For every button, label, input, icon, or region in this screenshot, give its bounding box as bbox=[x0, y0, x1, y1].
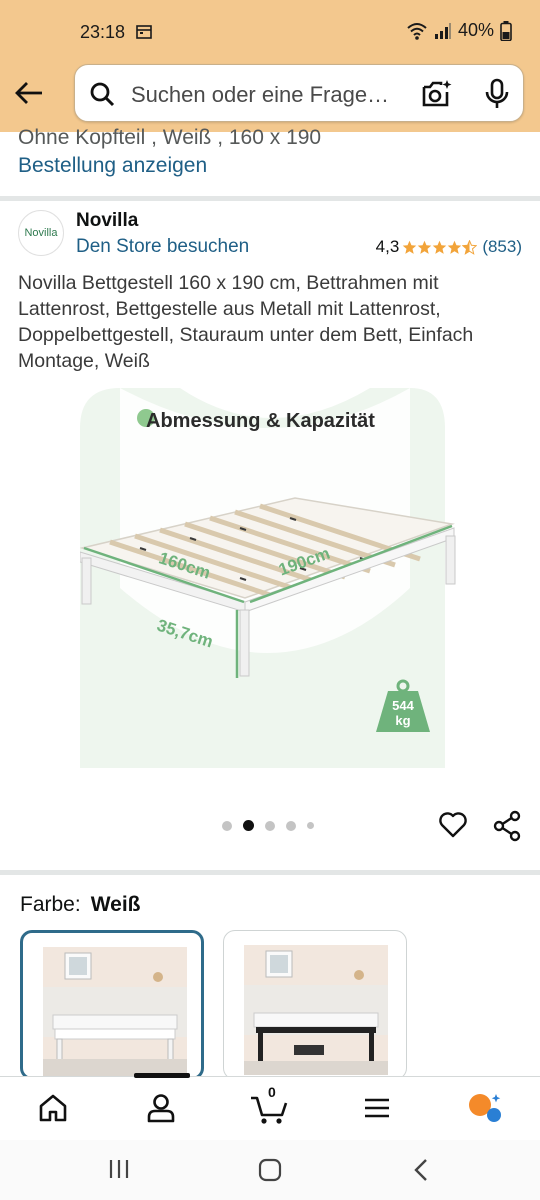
view-order-link[interactable]: Bestellung anzeigen bbox=[18, 154, 207, 178]
section-divider bbox=[0, 870, 540, 875]
star-rating bbox=[402, 239, 478, 255]
active-tab-indicator bbox=[134, 1073, 190, 1078]
wifi-icon bbox=[407, 22, 427, 40]
search-icon bbox=[90, 82, 115, 107]
previous-order-variant: Ohne Kopfteil , Weiß , 160 x 190 bbox=[18, 126, 322, 149]
visit-store-link[interactable]: Den Store besuchen bbox=[76, 236, 249, 258]
status-indicators: 40% bbox=[406, 20, 512, 41]
search-input[interactable]: Suchen oder eine Frage… bbox=[131, 82, 389, 108]
calendar-icon bbox=[136, 25, 152, 39]
carousel-dot[interactable] bbox=[265, 820, 275, 831]
image-caption: Abmessung & Kapazität bbox=[146, 410, 375, 432]
white-bed-thumbnail bbox=[43, 947, 187, 1077]
rating-count: (853) bbox=[482, 237, 522, 256]
status-bar: 23:18 40% bbox=[0, 0, 540, 62]
home-icon[interactable] bbox=[36, 1091, 70, 1125]
star-icon bbox=[403, 240, 417, 254]
carousel-dot[interactable] bbox=[286, 820, 296, 831]
signal-icon bbox=[434, 22, 451, 39]
battery-icon bbox=[500, 20, 512, 41]
product-image[interactable]: 160cm 190cm 35,7cm 544 kg bbox=[79, 388, 460, 768]
star-icon bbox=[448, 240, 462, 254]
star-icon bbox=[433, 240, 447, 254]
microphone-icon[interactable] bbox=[483, 78, 511, 110]
rating-summary[interactable]: 4,3 (853) bbox=[376, 237, 522, 257]
product-title: Novilla Bettgestell 160 x 190 cm, Bettra… bbox=[18, 272, 474, 372]
carousel-dot-active[interactable] bbox=[243, 820, 254, 831]
carousel-dot[interactable] bbox=[307, 822, 314, 829]
battery-percent: 40% bbox=[457, 20, 494, 40]
recent-apps-icon[interactable] bbox=[108, 1158, 130, 1180]
share-icon[interactable] bbox=[492, 810, 522, 842]
carousel-dot[interactable] bbox=[222, 820, 232, 831]
bottom-navigation: 0 bbox=[0, 1073, 540, 1140]
menu-icon[interactable] bbox=[360, 1091, 394, 1125]
selected-color-value: Weiß bbox=[90, 893, 141, 916]
half-star-icon bbox=[462, 239, 478, 255]
cart-count-badge: 0 bbox=[268, 1084, 276, 1100]
camera-search-icon[interactable] bbox=[421, 78, 453, 110]
carousel-indicator[interactable] bbox=[222, 820, 314, 831]
system-navigation-bar bbox=[0, 1140, 540, 1200]
section-divider bbox=[0, 196, 540, 201]
seller-name: Novilla bbox=[76, 210, 139, 231]
seller-logo[interactable]: Novilla bbox=[18, 210, 64, 256]
color-selector-label: Farbe: Weiß bbox=[20, 893, 141, 916]
system-back-icon[interactable] bbox=[412, 1158, 432, 1182]
search-bar[interactable]: Suchen oder eine Frage… bbox=[74, 64, 524, 122]
color-swatch-black[interactable] bbox=[223, 930, 407, 1080]
app-header: 23:18 40% Suchen oder eine Frage… bbox=[0, 0, 540, 132]
rating-value: 4,3 bbox=[375, 237, 400, 256]
back-arrow-icon[interactable] bbox=[12, 76, 46, 110]
capacity-label: 544 kg bbox=[392, 698, 414, 728]
color-swatch-white[interactable] bbox=[20, 930, 204, 1080]
star-icon bbox=[418, 240, 432, 254]
black-bed-thumbnail bbox=[244, 945, 388, 1075]
home-button-icon[interactable] bbox=[258, 1158, 282, 1182]
account-icon[interactable] bbox=[144, 1091, 178, 1125]
wishlist-heart-icon[interactable] bbox=[438, 810, 468, 840]
assistant-icon[interactable] bbox=[466, 1091, 504, 1125]
status-time: 23:18 bbox=[80, 22, 126, 42]
